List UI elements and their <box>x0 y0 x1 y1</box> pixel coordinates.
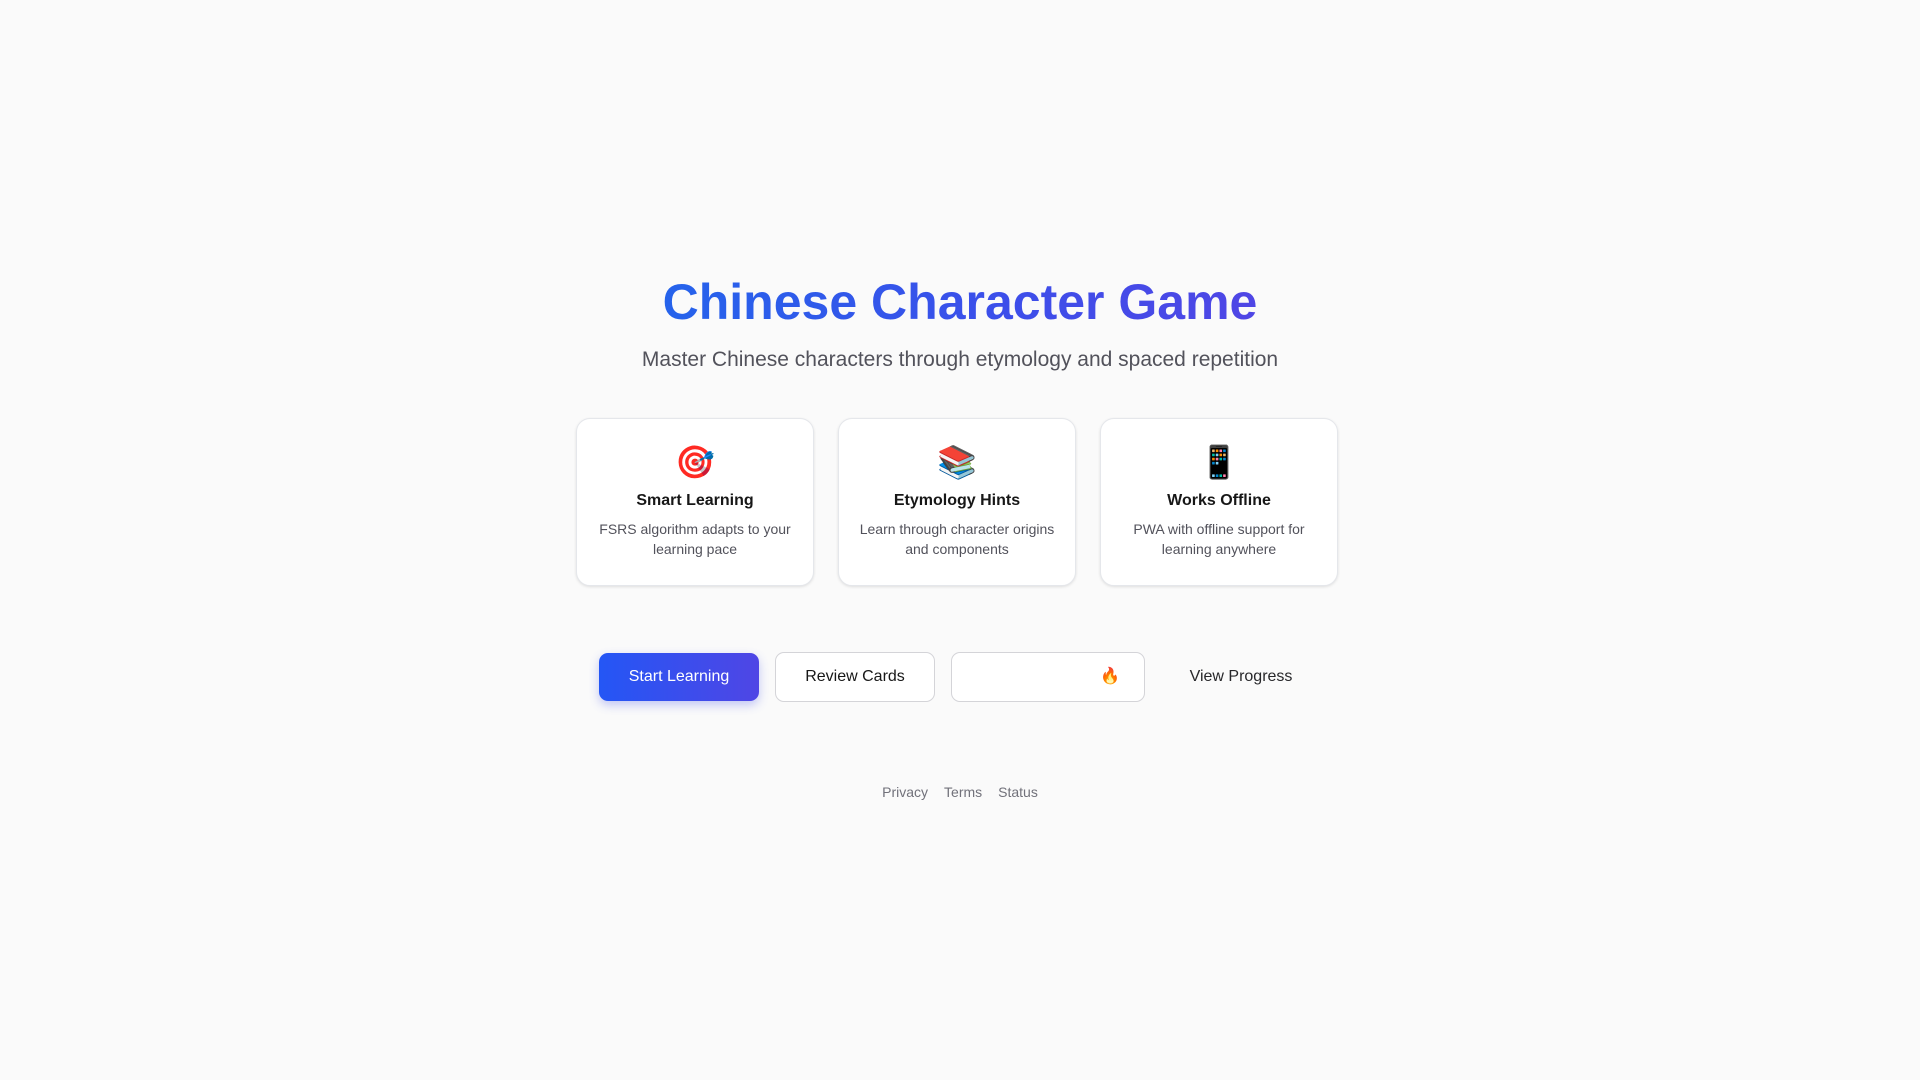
terms-link[interactable]: Terms <box>944 782 982 802</box>
feature-description: Learn through character origins and comp… <box>859 521 1055 557</box>
feature-title: Smart Learning <box>636 492 754 509</box>
mobile-phone-icon: 📱 <box>1199 444 1239 480</box>
streak-button[interactable]: 🔥 <box>951 652 1145 702</box>
fire-icon: 🔥 <box>1100 668 1120 685</box>
start-learning-button[interactable]: Start Learning <box>599 653 759 701</box>
target-icon: 🎯 <box>675 444 715 480</box>
feature-title: Works Offline <box>1167 492 1271 509</box>
page-subtitle: Master Chinese characters through etymol… <box>641 348 1279 371</box>
page-title: Chinese Character Game <box>663 268 1258 336</box>
privacy-link[interactable]: Privacy <box>882 782 928 802</box>
feature-description: FSRS algorithm adapts to your learning p… <box>599 521 791 557</box>
feature-title: Etymology Hints <box>893 492 1021 509</box>
status-link[interactable]: Status <box>998 782 1038 802</box>
review-cards-button[interactable]: Review Cards <box>775 652 935 702</box>
view-progress-button[interactable]: View Progress <box>1161 653 1321 701</box>
feature-cards: 🎯 Smart Learning FSRS algorithm adapts t… <box>576 418 1344 588</box>
feature-card-smart-learning: 🎯 Smart Learning FSRS algorithm adapts t… <box>576 418 814 586</box>
footer-links: Privacy Terms Status <box>0 782 1920 802</box>
hero-section: Chinese Character Game Master Chinese ch… <box>0 268 1920 374</box>
feature-card-etymology-hints: 📚 Etymology Hints Learn through characte… <box>838 418 1076 586</box>
feature-card-works-offline: 📱 Works Offline PWA with offline support… <box>1100 418 1338 586</box>
landing-page: Chinese Character Game Master Chinese ch… <box>0 0 1920 1080</box>
action-buttons: Start Learning Review Cards 🔥 View Progr… <box>599 652 1321 702</box>
books-icon: 📚 <box>937 444 977 480</box>
feature-description: PWA with offline support for learning an… <box>1133 521 1305 557</box>
